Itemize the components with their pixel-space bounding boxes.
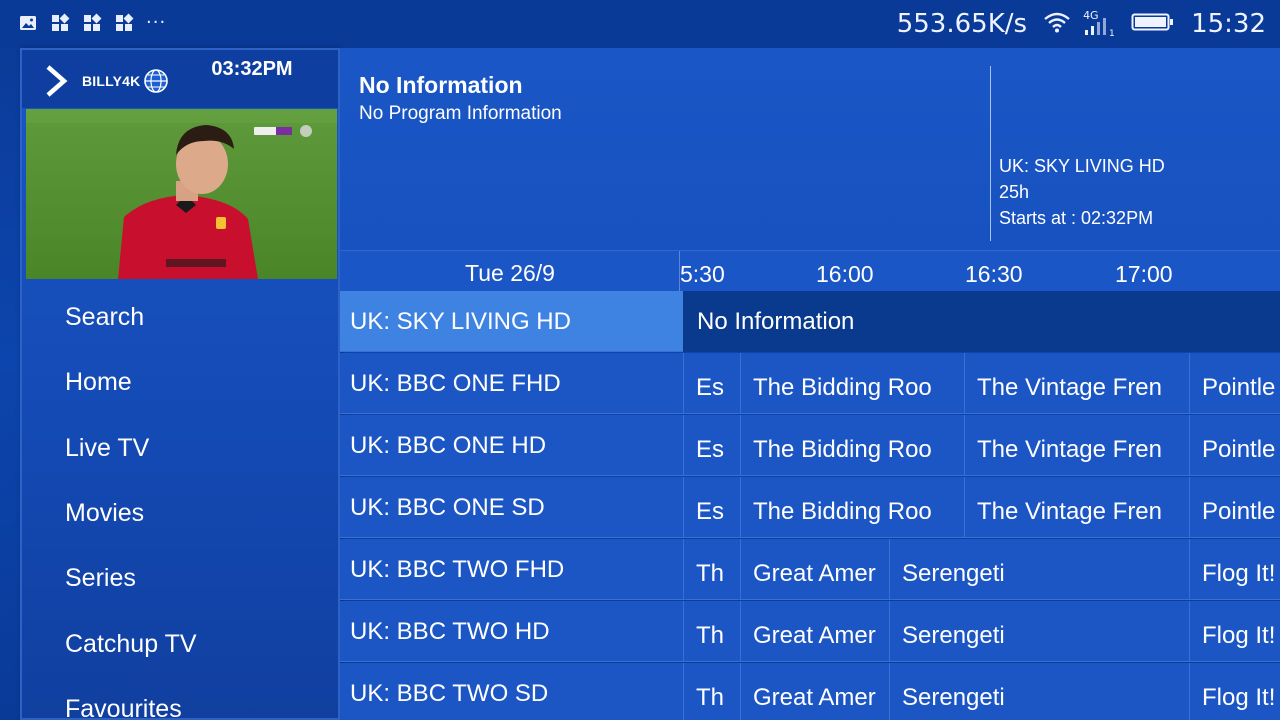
epg-date: Tue 26/9 (465, 260, 555, 286)
channel-name[interactable]: UK: BBC ONE FHD (340, 353, 683, 414)
program-info-panel: No Information No Program Information UK… (340, 48, 1280, 250)
app-grid-icon (82, 13, 102, 33)
status-left-icons: ··· (18, 13, 166, 33)
epg-row: UK: BBC TWO HD Th Great Amer Serengeti F… (340, 601, 1280, 663)
program-cell[interactable]: Great Amer (740, 539, 889, 600)
timeline-slot: 17:00 (1115, 261, 1173, 287)
side-panel: BILLY4K 03:32PM Search Home Live TV Movi… (20, 48, 340, 720)
menu-item-catchup-tv[interactable]: Catchup TV (22, 611, 338, 676)
status-bar: ··· 553.65K/s 4G 1 15:32 (0, 0, 1280, 48)
program-description: No Program Information (359, 103, 562, 124)
program-cell[interactable]: Great Amer (740, 663, 889, 720)
program-cell[interactable]: Serengeti (889, 601, 1189, 662)
program-cell[interactable]: Es (683, 415, 740, 476)
program-cell[interactable]: The Vintage Fren (964, 477, 1189, 538)
menu-item-movies[interactable]: Movies (22, 481, 338, 546)
program-channel: UK: SKY LIVING HD (999, 156, 1165, 176)
program-cell[interactable]: No Information (683, 291, 1280, 352)
program-cell[interactable]: Great Amer (740, 601, 889, 662)
epg-grid: UK: SKY LIVING HD No Information UK: BBC… (340, 291, 1280, 720)
program-cell[interactable]: The Vintage Fren (964, 415, 1189, 476)
program-cell[interactable]: Flog It! (1189, 539, 1280, 600)
logo-text: BILLY4K (82, 73, 141, 89)
wifi-icon (1043, 11, 1071, 37)
program-cell[interactable]: Es (683, 353, 740, 414)
program-start-time: Starts at : 02:32PM (999, 208, 1154, 228)
app-grid-icon (50, 13, 70, 33)
epg-row: UK: BBC TWO FHD Th Great Amer Serengeti … (340, 539, 1280, 601)
back-button[interactable] (44, 64, 70, 98)
main-menu: Search Home Live TV Movies Series Catchu… (22, 285, 338, 718)
panel-header: BILLY4K 03:32PM (22, 50, 338, 108)
battery-icon (1131, 11, 1175, 37)
svg-text:1: 1 (1109, 29, 1115, 37)
channel-name[interactable]: UK: BBC ONE SD (340, 477, 683, 538)
network-speed: 553.65K/s (896, 9, 1028, 39)
program-cell[interactable]: Th (683, 601, 740, 662)
epg-timeline: Tue 26/9 5:30 16:00 16:30 17:00 (340, 250, 1280, 292)
app-logo: BILLY4K (82, 66, 170, 96)
image-icon (18, 13, 38, 33)
menu-item-search[interactable]: Search (22, 285, 338, 350)
status-right: 553.65K/s 4G 1 15:32 (897, 6, 1266, 42)
program-cell[interactable]: The Bidding Roo (740, 415, 964, 476)
video-preview[interactable] (26, 109, 337, 279)
channel-name[interactable]: UK: BBC ONE HD (340, 415, 683, 476)
epg-row: UK: BBC TWO SD Th Great Amer Serengeti F… (340, 663, 1280, 720)
program-meta: UK: SKY LIVING HD 25h Starts at : 02:32P… (999, 153, 1165, 231)
program-cell[interactable]: Pointle (1189, 415, 1280, 476)
program-cell[interactable]: Flog It! (1189, 601, 1280, 662)
program-cell[interactable]: Flog It! (1189, 663, 1280, 720)
program-duration: 25h (999, 182, 1030, 202)
menu-item-series[interactable]: Series (22, 546, 338, 611)
program-cell[interactable]: The Vintage Fren (964, 353, 1189, 414)
more-notifications-icon: ··· (146, 12, 167, 33)
timeline-slot: 5:30 (680, 261, 725, 287)
channel-name[interactable]: UK: BBC TWO FHD (340, 539, 683, 600)
app-grid-icon (114, 13, 134, 33)
program-cell[interactable]: Th (683, 663, 740, 720)
globe-icon (144, 69, 169, 93)
timeline-slot: 16:30 (965, 261, 1023, 287)
channel-name[interactable]: UK: BBC TWO HD (340, 601, 683, 662)
timeline-slot: 16:00 (816, 261, 874, 287)
cellular-signal-icon: 4G 1 (1083, 9, 1119, 37)
channel-name[interactable]: UK: SKY LIVING HD (340, 291, 683, 352)
panel-clock: 03:32PM (211, 58, 293, 80)
channel-name[interactable]: UK: BBC TWO SD (340, 663, 683, 720)
epg-row: UK: SKY LIVING HD No Information (340, 291, 1280, 353)
program-cell[interactable]: Pointle (1189, 477, 1280, 538)
program-cell[interactable]: Serengeti (889, 663, 1189, 720)
program-cell[interactable]: Serengeti (889, 539, 1189, 600)
program-title: No Information (359, 72, 523, 98)
menu-item-live-tv[interactable]: Live TV (22, 416, 338, 481)
info-divider (990, 66, 991, 241)
program-cell[interactable]: The Bidding Roo (740, 477, 964, 538)
program-cell[interactable]: Th (683, 539, 740, 600)
status-clock: 15:32 (1191, 9, 1266, 39)
menu-item-favourites[interactable]: Favourites (22, 677, 338, 718)
program-cell[interactable]: Es (683, 477, 740, 538)
epg-row: UK: BBC ONE SD Es The Bidding Roo The Vi… (340, 477, 1280, 539)
menu-item-home[interactable]: Home (22, 350, 338, 415)
epg-row: UK: BBC ONE HD Es The Bidding Roo The Vi… (340, 415, 1280, 477)
chevron-right-icon (46, 65, 68, 97)
program-cell[interactable]: Pointle (1189, 353, 1280, 414)
program-cell[interactable]: The Bidding Roo (740, 353, 964, 414)
epg-row: UK: BBC ONE FHD Es The Bidding Roo The V… (340, 353, 1280, 415)
